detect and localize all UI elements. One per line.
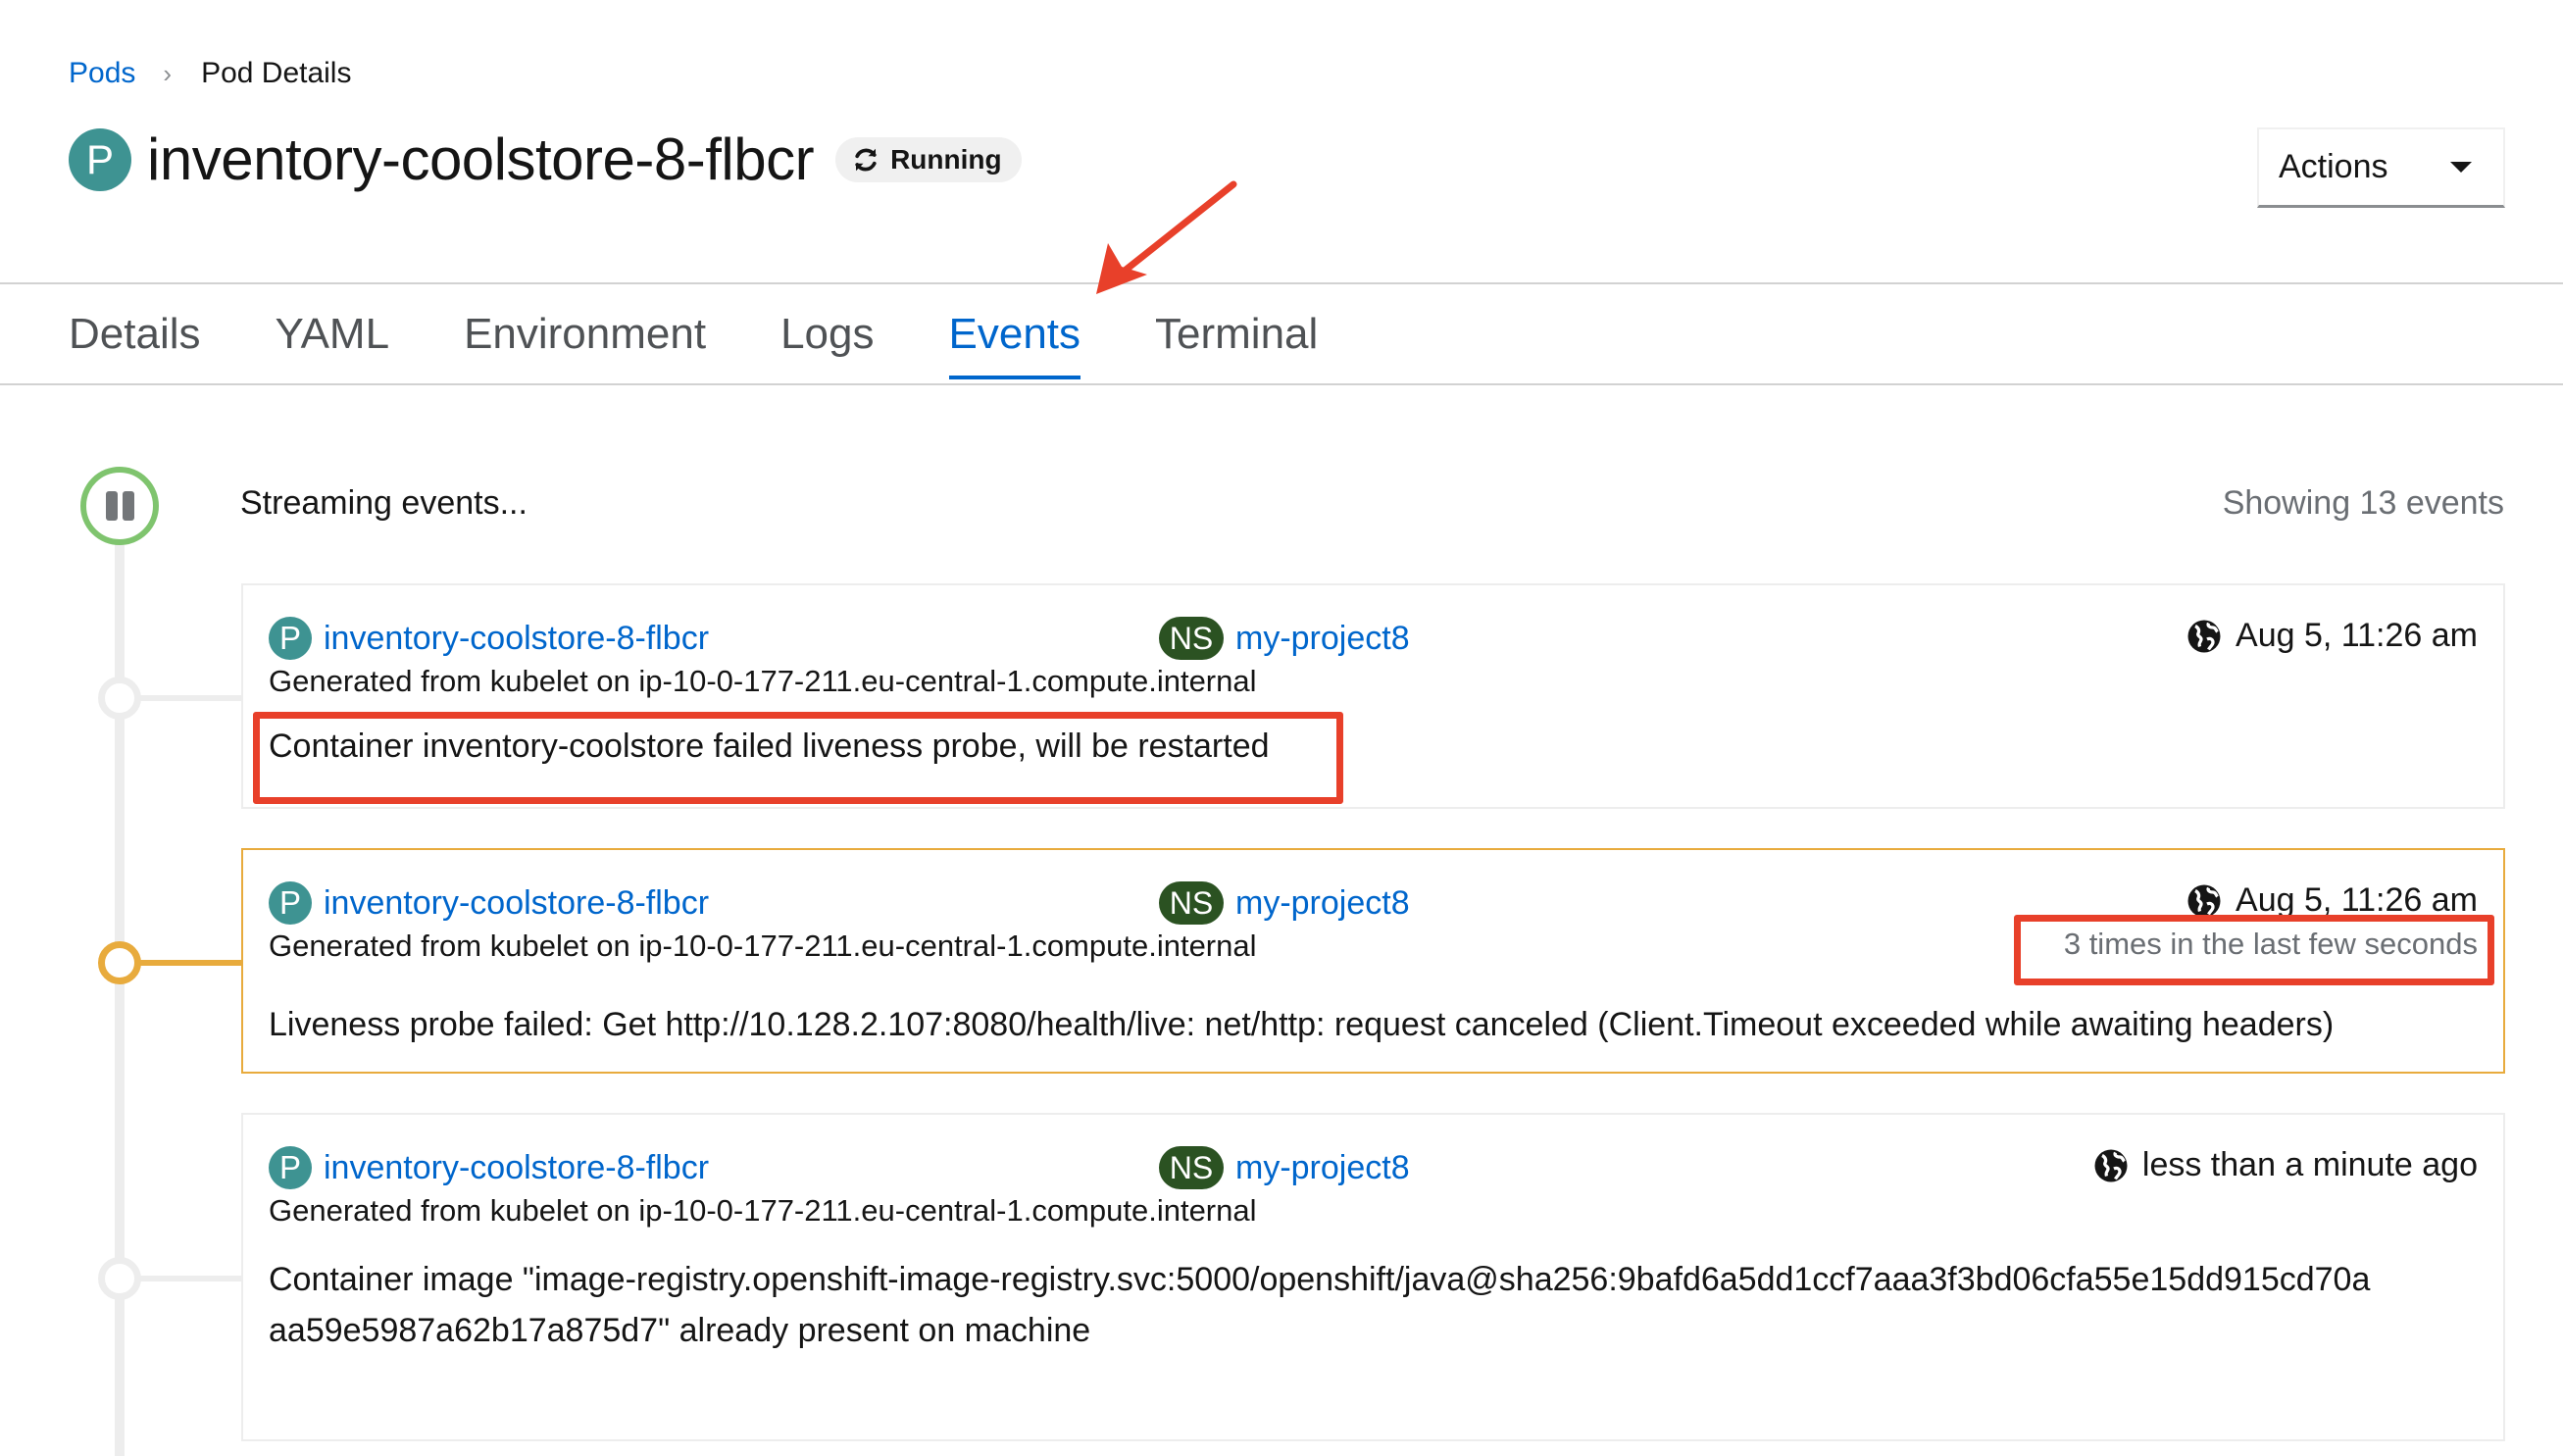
tab-details[interactable]: Details: [69, 284, 201, 383]
page-title: inventory-coolstore-8-flbcr: [147, 126, 815, 192]
event-resource-link[interactable]: inventory-coolstore-8-flbcr: [324, 884, 709, 923]
event-source: Generated from kubelet on ip-10-0-177-21…: [269, 664, 1257, 698]
event-timestamp: Aug 5, 11:26 am: [2236, 617, 2478, 654]
timeline-connector: [137, 1276, 241, 1281]
timeline-connector: [137, 695, 241, 701]
pause-icon: [105, 491, 118, 521]
tab-terminal[interactable]: Terminal: [1155, 284, 1318, 383]
status-badge: Running: [835, 136, 1022, 182]
breadcrumb: Pods › Pod Details: [69, 57, 351, 90]
event-card-warning: P inventory-coolstore-8-flbcr NS my-proj…: [241, 848, 2505, 1074]
pause-icon: [122, 491, 134, 521]
pod-resource-badge: P: [269, 617, 312, 660]
event-source: Generated from kubelet on ip-10-0-177-21…: [269, 1193, 1257, 1228]
namespace-badge: NS: [1159, 1146, 1224, 1189]
status-label: Running: [890, 143, 1002, 175]
tab-yaml[interactable]: YAML: [276, 284, 390, 383]
namespace-badge: NS: [1159, 881, 1224, 925]
event-message: Container image "image-registry.openshif…: [269, 1261, 2371, 1349]
page-header: P inventory-coolstore-8-flbcr Running: [69, 126, 1022, 193]
event-count: Showing 13 events: [2222, 484, 2504, 522]
breadcrumb-pods-link[interactable]: Pods: [69, 57, 135, 90]
event-message: Container inventory-coolstore failed liv…: [269, 728, 1270, 765]
actions-dropdown[interactable]: Actions: [2257, 127, 2505, 208]
timeline-node: [98, 1257, 141, 1300]
tab-logs[interactable]: Logs: [780, 284, 874, 383]
event-repeat-count: 3 times in the last few seconds: [2063, 927, 2478, 961]
annotation-arrow-icon: [1096, 180, 1237, 294]
pod-resource-badge: P: [269, 1146, 312, 1189]
event-namespace-link[interactable]: my-project8: [1235, 620, 1410, 658]
event-card: P inventory-coolstore-8-flbcr NS my-proj…: [241, 1113, 2505, 1441]
actions-label: Actions: [2279, 148, 2388, 185]
pause-streaming-button[interactable]: [80, 467, 159, 545]
event-resource-link[interactable]: inventory-coolstore-8-flbcr: [324, 1149, 709, 1187]
event-message: Liveness probe failed: Get http://10.128…: [269, 1006, 2335, 1043]
event-namespace-link[interactable]: my-project8: [1235, 1149, 1410, 1187]
event-namespace-link[interactable]: my-project8: [1235, 884, 1410, 923]
pod-resource-badge: P: [269, 881, 312, 925]
globe-icon: [2187, 884, 2221, 917]
globe-icon: [2187, 620, 2221, 652]
pod-resource-badge: P: [69, 127, 131, 191]
event-timestamp: less than a minute ago: [2141, 1146, 2478, 1183]
event-card: P inventory-coolstore-8-flbcr NS my-proj…: [241, 583, 2505, 809]
caret-down-icon: [2450, 162, 2472, 173]
globe-icon: [2094, 1149, 2128, 1181]
timeline-node: [98, 677, 141, 720]
event-timestamp: Aug 5, 11:26 am: [2236, 881, 2478, 919]
streaming-status: Streaming events...: [240, 484, 528, 522]
namespace-badge: NS: [1159, 617, 1224, 660]
timeline-connector-warning: [137, 960, 241, 966]
tab-environment[interactable]: Environment: [464, 284, 706, 383]
tab-bar: Details YAML Environment Logs Events Ter…: [0, 282, 2563, 385]
event-resource-link[interactable]: inventory-coolstore-8-flbcr: [324, 620, 709, 658]
sync-icon: [855, 148, 877, 171]
tab-events[interactable]: Events: [948, 284, 1080, 383]
breadcrumb-separator-icon: ›: [163, 58, 173, 88]
timeline-node-warning: [98, 941, 141, 984]
breadcrumb-current: Pod Details: [201, 57, 352, 89]
